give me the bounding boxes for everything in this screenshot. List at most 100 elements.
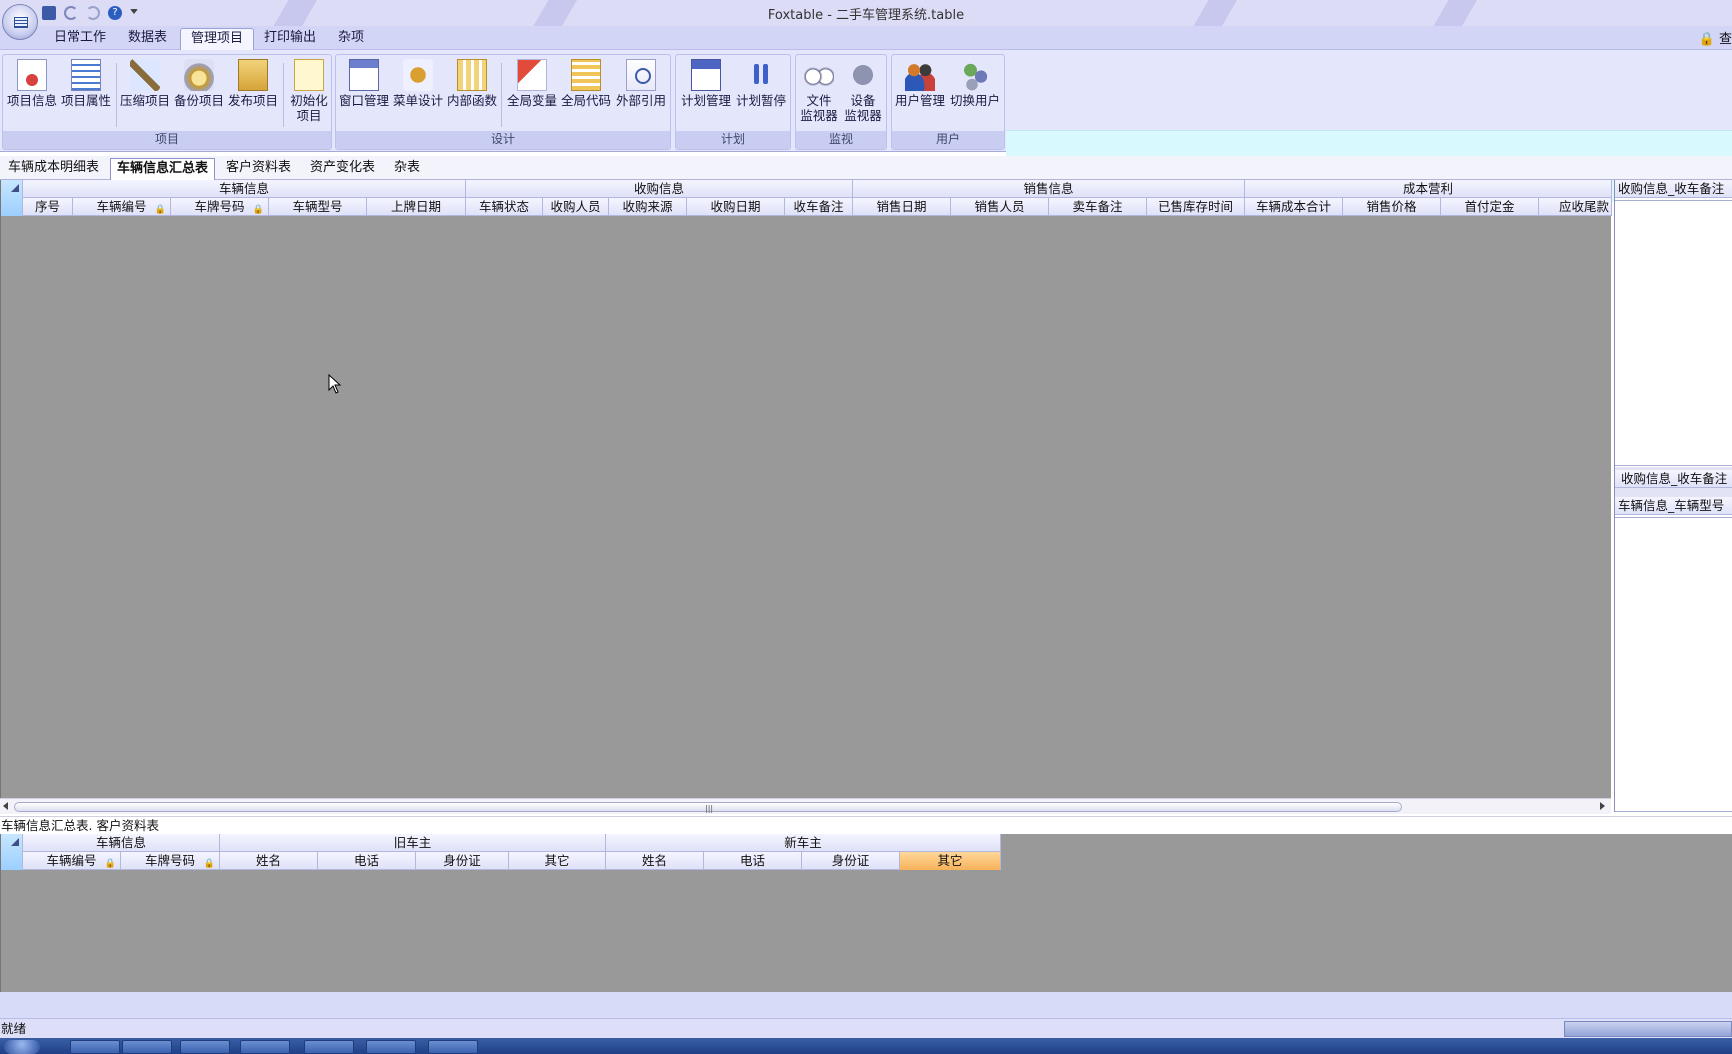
column-header[interactable]: 首付定金: [1441, 198, 1539, 216]
column-header[interactable]: 电话: [318, 852, 416, 870]
publish-icon: [238, 59, 268, 91]
global-code-button[interactable]: 全局代码: [560, 59, 612, 108]
scrollbar-thumb[interactable]: |||: [14, 802, 1402, 813]
compress-project-button[interactable]: 压缩项目: [119, 59, 171, 108]
tab-customer-info[interactable]: 客户资料表: [220, 158, 297, 180]
glasses-icon: [804, 59, 834, 91]
global-variables-button[interactable]: 全局变量: [506, 59, 558, 108]
group-header-vehicle-info[interactable]: 车辆信息: [23, 180, 466, 198]
application-menu-button[interactable]: [2, 4, 38, 40]
column-header[interactable]: 收购日期: [687, 198, 785, 216]
window-title: Foxtable - 二手车管理系统.table: [767, 8, 965, 23]
schedule-manage-button[interactable]: 计划管理: [680, 59, 732, 108]
tab-asset-change[interactable]: 资产变化表: [304, 158, 381, 180]
column-header[interactable]: 车辆型号: [269, 198, 367, 216]
taskbar-item[interactable]: [428, 1040, 478, 1054]
tab-data-tables[interactable]: 数据表: [118, 28, 177, 50]
backup-project-button[interactable]: 备份项目: [173, 59, 225, 108]
column-header[interactable]: 销售人员: [951, 198, 1049, 216]
calendar-icon: [691, 59, 721, 91]
select-all-corner[interactable]: [1, 834, 23, 870]
group-header-cost-profit[interactable]: 成本营利: [1245, 180, 1612, 198]
taskbar-item[interactable]: [180, 1040, 230, 1054]
column-header[interactable]: 序号: [23, 198, 73, 216]
column-header[interactable]: 收车备注: [785, 198, 853, 216]
group-header-vehicle-info[interactable]: 车辆信息: [23, 834, 220, 852]
status-progress-area: [1564, 1021, 1732, 1037]
ribbon-group-label: 监视: [796, 131, 886, 149]
window-manage-icon: [349, 59, 379, 91]
tab-misc-tables[interactable]: 杂表: [388, 158, 426, 180]
lock-icon: 🔒: [104, 859, 116, 869]
project-info-button[interactable]: 项目信息: [7, 59, 57, 108]
schedule-pause-button[interactable]: 计划暂停: [734, 59, 788, 108]
column-header[interactable]: 身份证: [802, 852, 900, 870]
ribbon-group-label: 用户: [892, 131, 1004, 149]
scroll-left-icon[interactable]: [3, 802, 8, 810]
column-header[interactable]: 收购人员: [543, 198, 609, 216]
column-header[interactable]: 姓名: [606, 852, 704, 870]
main-data-grid[interactable]: 车辆信息 收购信息 销售信息 成本营利 序号 车辆编号 🔒 车牌号码 🔒 车辆型号 …: [0, 180, 1612, 798]
column-header[interactable]: 已售库存时间: [1147, 198, 1245, 216]
publish-project-button[interactable]: 发布项目: [227, 59, 279, 108]
os-taskbar: [0, 1038, 1732, 1054]
lock-query-button[interactable]: 🔒 查: [1699, 28, 1732, 47]
column-header[interactable]: 销售价格: [1343, 198, 1441, 216]
column-header[interactable]: 车辆状态: [466, 198, 543, 216]
start-button[interactable]: [4, 1040, 40, 1054]
tab-vehicle-info-summary[interactable]: 车辆信息汇总表: [110, 158, 216, 180]
column-header[interactable]: 姓名: [220, 852, 318, 870]
external-references-button[interactable]: 外部引用: [614, 59, 668, 108]
column-header[interactable]: 身份证: [416, 852, 509, 870]
remarks-textbox[interactable]: [1615, 200, 1732, 466]
status-text: 就绪: [1, 1021, 27, 1036]
column-header[interactable]: 车牌号码 🔒: [171, 198, 269, 216]
project-properties-button[interactable]: 项目属性: [59, 59, 113, 108]
internal-functions-button[interactable]: 内部函数: [446, 59, 498, 108]
ribbon-group-users: 用户管理 切换用户 用户: [891, 54, 1005, 150]
relation-label: 车辆信息汇总表. 客户资料表: [0, 816, 1732, 834]
column-header[interactable]: 车辆成本合计: [1245, 198, 1343, 216]
file-monitor-button[interactable]: 文件 监视器: [798, 59, 840, 123]
users-icon: [905, 59, 935, 91]
taskbar-item[interactable]: [240, 1040, 290, 1054]
column-header[interactable]: 上牌日期: [367, 198, 466, 216]
vehicle-model-textbox[interactable]: [1615, 517, 1732, 812]
tab-manage-project[interactable]: 管理项目: [180, 28, 255, 50]
device-monitor-button[interactable]: 设备 监视器: [842, 59, 884, 123]
scroll-right-icon[interactable]: [1600, 802, 1605, 810]
tab-vehicle-cost-detail[interactable]: 车辆成本明细表: [2, 158, 105, 180]
user-manage-button[interactable]: 用户管理: [894, 59, 946, 108]
select-all-corner[interactable]: [1, 180, 23, 216]
group-header-new-owner[interactable]: 新车主: [606, 834, 1001, 852]
initialize-project-button[interactable]: 初始化 项目: [287, 59, 331, 123]
taskbar-item[interactable]: [122, 1040, 172, 1054]
tab-daily-work[interactable]: 日常工作: [44, 28, 116, 50]
column-header[interactable]: 收购来源: [609, 198, 687, 216]
taskbar-item[interactable]: [366, 1040, 416, 1054]
group-header-sales-info[interactable]: 销售信息: [853, 180, 1245, 198]
related-data-grid[interactable]: 车辆信息 旧车主 新车主 车辆编号 🔒 车牌号码 🔒 姓名 电话 身份证 其它 姓名…: [0, 834, 1732, 992]
group-header-old-owner[interactable]: 旧车主: [220, 834, 606, 852]
taskbar-item[interactable]: [304, 1040, 354, 1054]
column-header-selected[interactable]: 其它: [900, 852, 1001, 870]
column-header[interactable]: 销售日期: [853, 198, 951, 216]
menu-design-icon: [403, 59, 433, 91]
column-header[interactable]: 卖车备注: [1049, 198, 1147, 216]
column-header[interactable]: 电话: [704, 852, 802, 870]
switch-user-button[interactable]: 切换用户: [948, 59, 1002, 108]
window-manage-button[interactable]: 窗口管理: [338, 59, 390, 108]
taskbar-item[interactable]: [70, 1040, 120, 1054]
column-header[interactable]: 车牌号码 🔒: [121, 852, 220, 870]
column-header[interactable]: 其它: [509, 852, 606, 870]
group-header-purchase-info[interactable]: 收购信息: [466, 180, 853, 198]
tab-misc[interactable]: 杂项: [328, 28, 374, 50]
horizontal-scrollbar[interactable]: |||: [0, 798, 1611, 814]
column-header[interactable]: 车辆编号 🔒: [23, 852, 121, 870]
tab-print-output[interactable]: 打印输出: [254, 28, 326, 50]
internal-functions-icon: [457, 59, 487, 91]
column-header[interactable]: 应收尾款: [1539, 198, 1612, 216]
global-code-icon: [571, 59, 601, 91]
menu-design-button[interactable]: 菜单设计: [392, 59, 444, 108]
column-header[interactable]: 车辆编号 🔒: [73, 198, 171, 216]
